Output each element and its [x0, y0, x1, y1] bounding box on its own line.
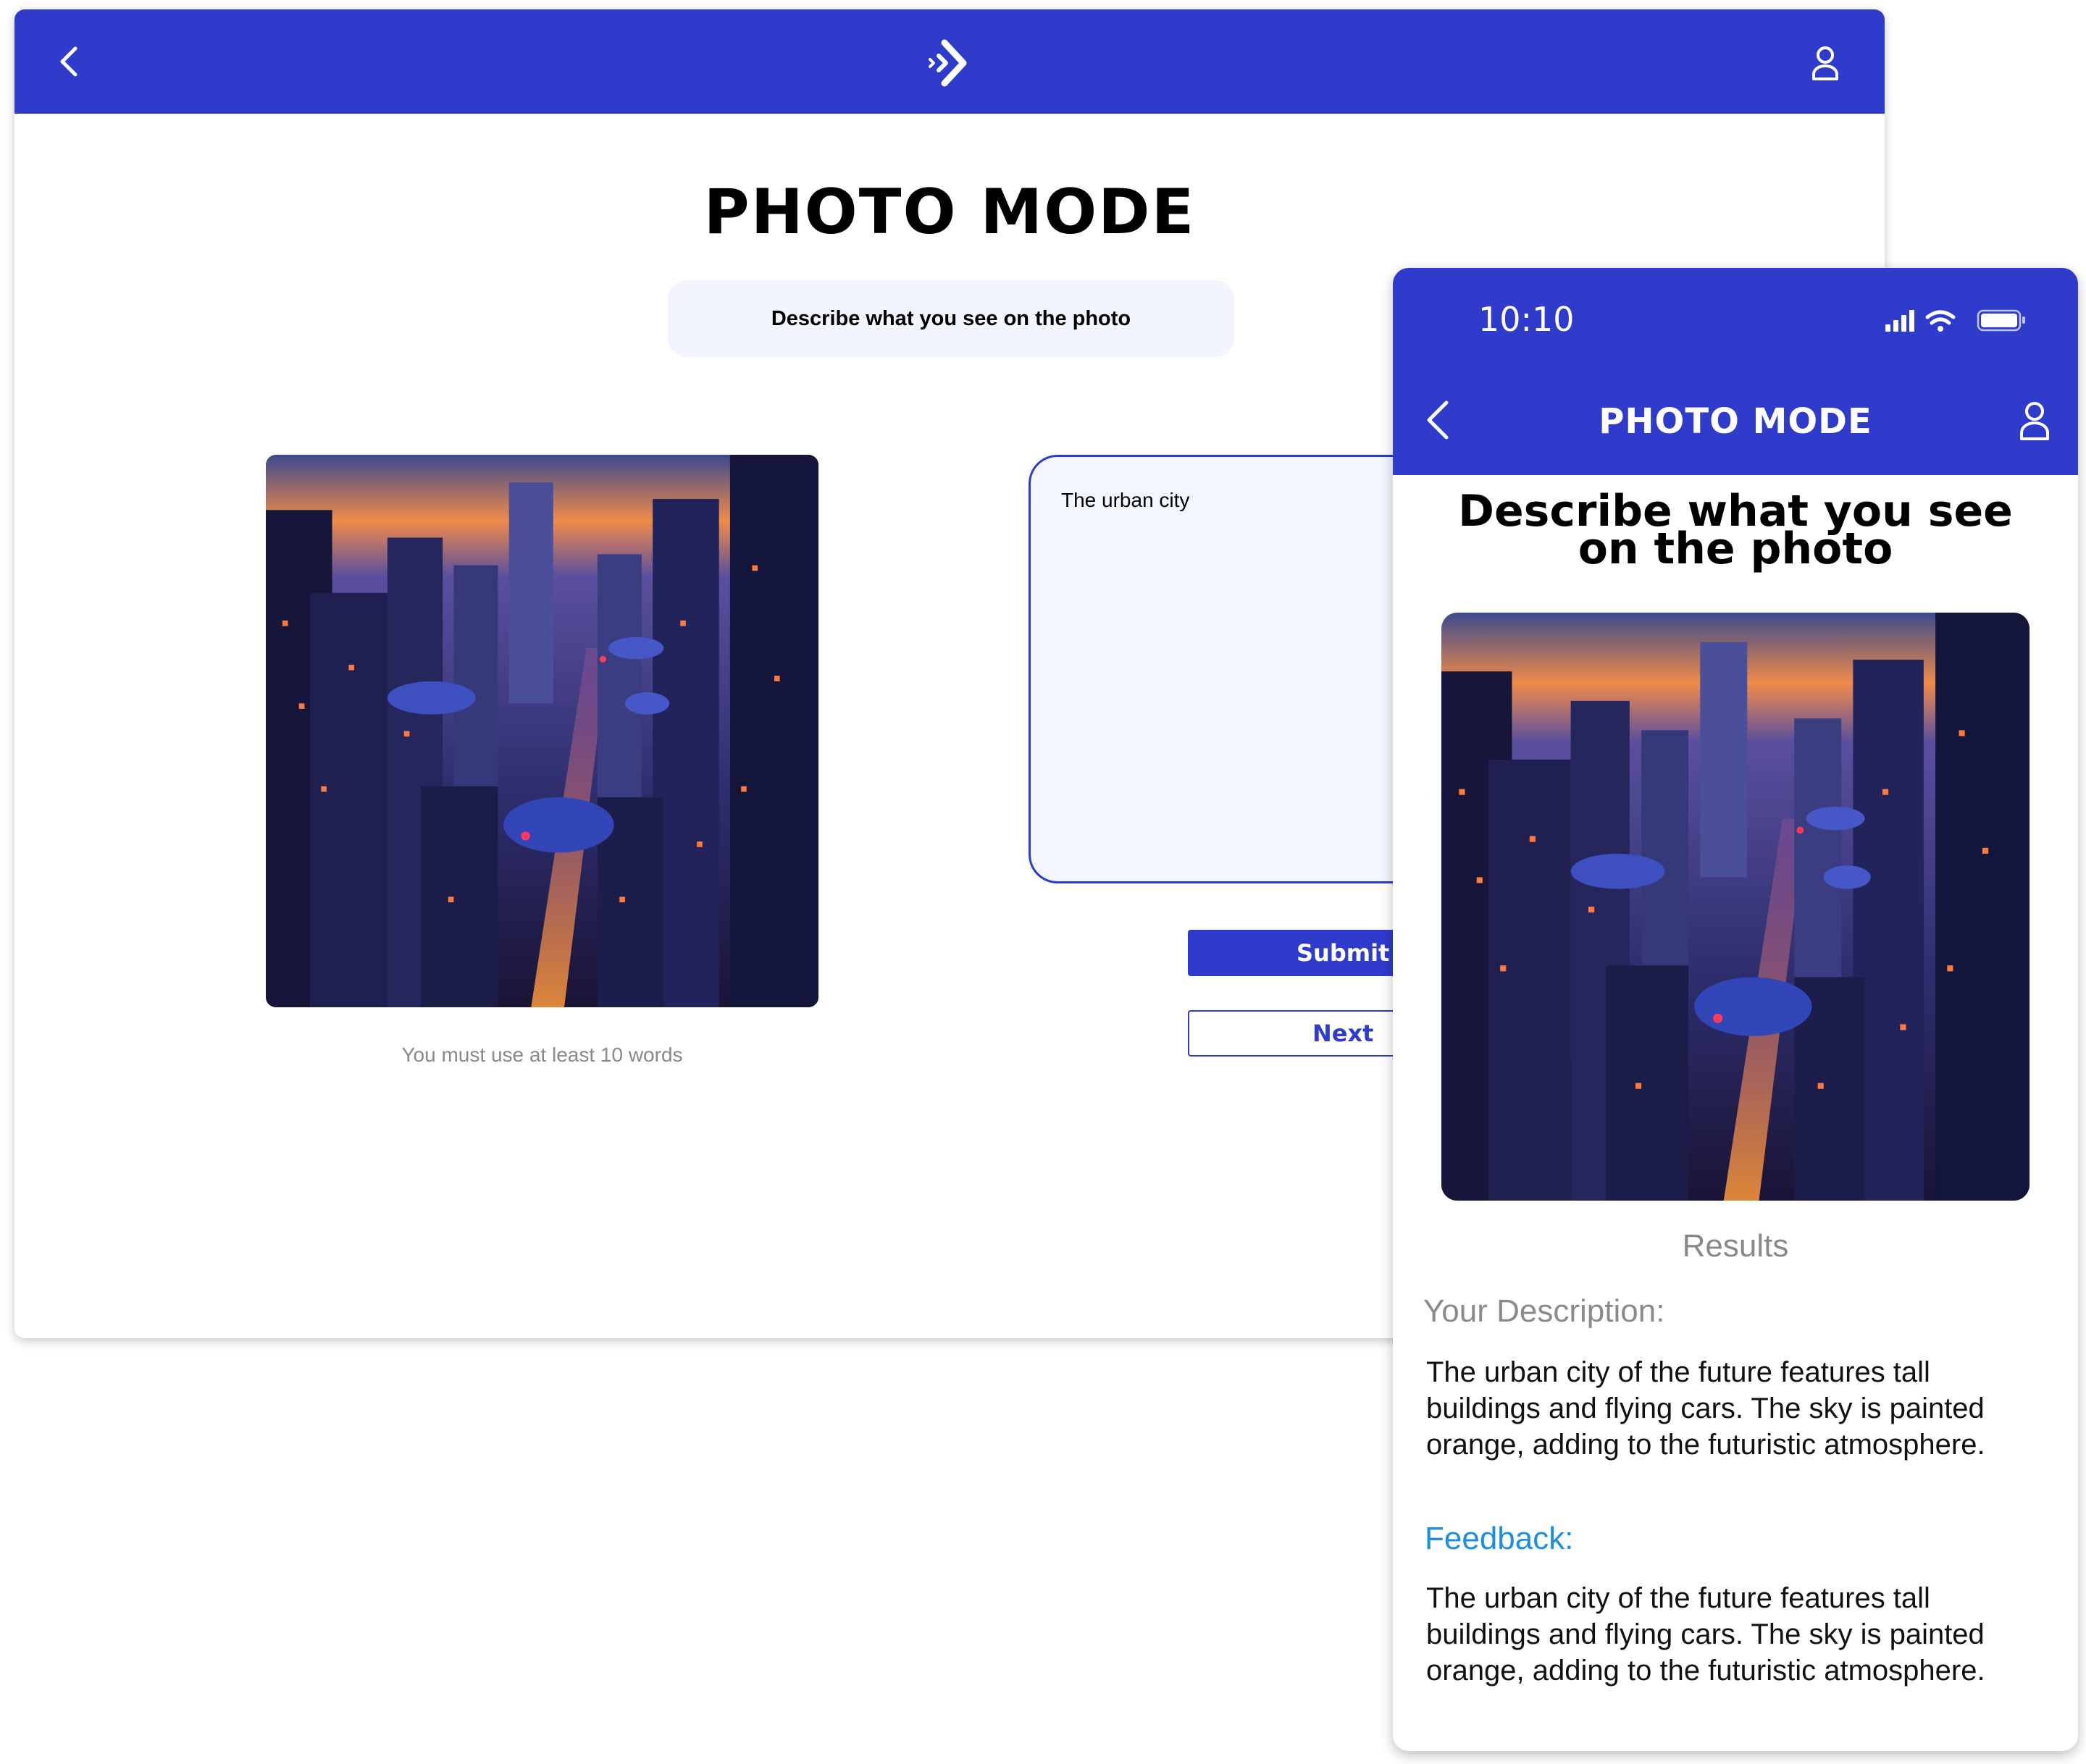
wifi-icon	[1925, 310, 1956, 325]
mobile-city-photo	[1441, 613, 2030, 1201]
word-count-hint: You must use at least 10 words	[401, 1043, 683, 1066]
feedback-label: Feedback:	[1425, 1521, 1574, 1556]
your-description-text: The urban city of the future features ta…	[1426, 1356, 1985, 1461]
battery-icon	[1977, 309, 2025, 332]
back-icon[interactable]	[52, 44, 87, 79]
desktop-header-bar	[14, 9, 1885, 114]
mobile-page-title: PHOTO MODE	[1599, 401, 1872, 442]
signal-icon	[1885, 310, 1914, 332]
feedback-text: The urban city of the future features ta…	[1426, 1582, 1985, 1687]
status-time: 10:10	[1478, 300, 1575, 339]
city-photo	[266, 455, 818, 1007]
prompt-banner: Describe what you see on the photo	[668, 280, 1234, 357]
user-icon[interactable]	[1808, 44, 1843, 83]
results-label: Results	[1682, 1228, 1789, 1264]
prompt-text: Describe what you see on the photo	[771, 306, 1131, 330]
status-icons	[1885, 306, 2037, 335]
mobile-screen: 10:10 PHOTO MODE Describe what you see o…	[1393, 268, 2078, 1751]
description-value: The urban city	[1061, 489, 1190, 511]
mobile-heading: Describe what you see on the photo	[1458, 486, 2013, 574]
your-description-label: Your Description:	[1423, 1293, 1665, 1329]
page-title: PHOTO MODE	[703, 176, 1196, 248]
mobile-user-icon[interactable]	[2017, 400, 2052, 442]
mobile-header-bar: 10:10 PHOTO MODE	[1393, 268, 2078, 475]
logo-icon	[920, 35, 978, 93]
